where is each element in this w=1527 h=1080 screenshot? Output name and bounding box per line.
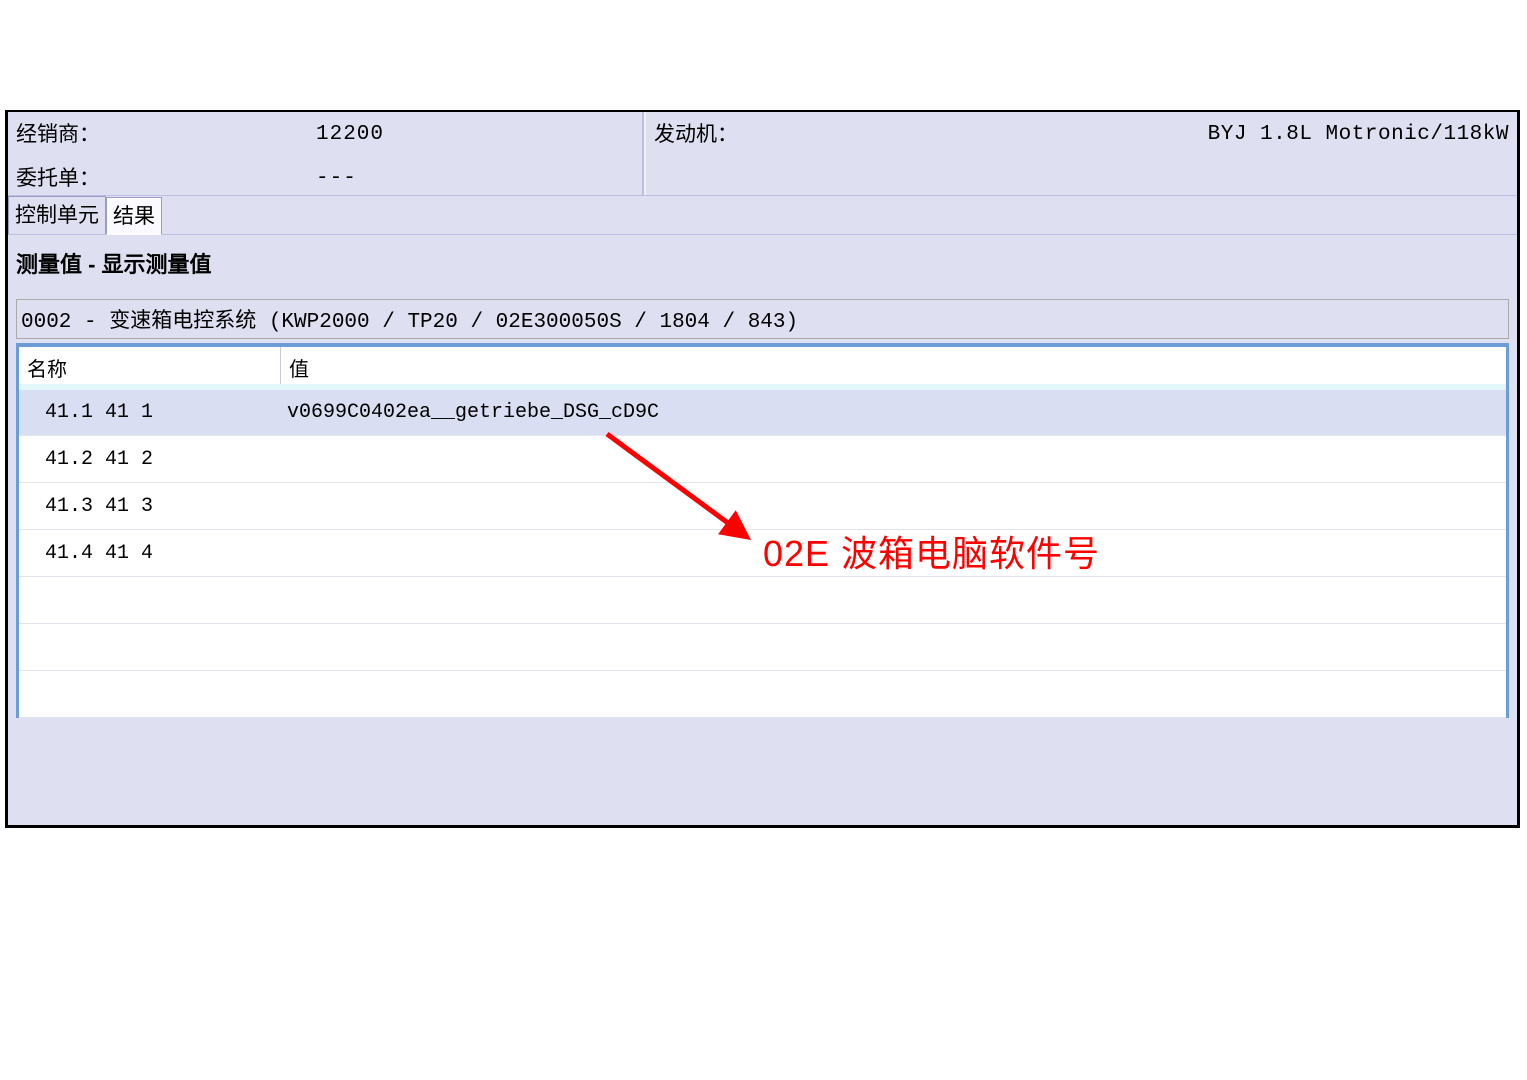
table-row[interactable]: 41.2 41 2 bbox=[19, 436, 1506, 483]
order-line: 委托单： --- bbox=[16, 162, 634, 196]
cell-name: 41.1 41 1 bbox=[19, 401, 281, 424]
module-identification: 0002 - 变速箱电控系统 (KWP2000 / TP20 / 02E3000… bbox=[16, 299, 1509, 339]
section-title: 测量值 - 显示测量值 bbox=[8, 235, 1517, 293]
engine-label: 发动机： bbox=[654, 118, 738, 152]
table-row[interactable]: 41.4 41 4 bbox=[19, 530, 1506, 577]
info-left-pane: 经销商： 12200 委托单： --- bbox=[8, 112, 644, 195]
table-row[interactable]: 41.3 41 3 bbox=[19, 483, 1506, 530]
tab-control-unit[interactable]: 控制单元 bbox=[8, 196, 106, 234]
dealer-line: 经销商： 12200 bbox=[16, 118, 634, 152]
table-row[interactable] bbox=[19, 577, 1506, 624]
cell-name: 41.3 41 3 bbox=[19, 495, 281, 518]
measurement-table: 名称 值 41.1 41 1 v0699C0402ea__getriebe_DS… bbox=[16, 343, 1509, 718]
table-row[interactable]: 41.1 41 1 v0699C0402ea__getriebe_DSG_cD9… bbox=[19, 389, 1506, 436]
info-panel: 经销商： 12200 委托单： --- 发动机： BYJ 1.8L Motron… bbox=[8, 112, 1517, 196]
dealer-label: 经销商： bbox=[16, 118, 316, 152]
engine-value: BYJ 1.8L Motronic/118kW bbox=[738, 118, 1509, 152]
table-header-row: 名称 值 bbox=[19, 347, 1506, 389]
engine-line: 发动机： BYJ 1.8L Motronic/118kW bbox=[654, 118, 1509, 152]
tab-bar: 控制单元 结果 bbox=[8, 196, 1517, 235]
table-row[interactable] bbox=[19, 671, 1506, 718]
tab-result[interactable]: 结果 bbox=[106, 197, 162, 235]
column-header-value[interactable]: 值 bbox=[281, 347, 1506, 388]
info-right-pane: 发动机： BYJ 1.8L Motronic/118kW bbox=[644, 112, 1517, 195]
cell-value: v0699C0402ea__getriebe_DSG_cD9C bbox=[281, 401, 1506, 424]
table-row[interactable] bbox=[19, 624, 1506, 671]
cell-name: 41.4 41 4 bbox=[19, 542, 281, 565]
order-label: 委托单： bbox=[16, 162, 316, 196]
diagnostic-window: 经销商： 12200 委托单： --- 发动机： BYJ 1.8L Motron… bbox=[5, 110, 1520, 828]
dealer-value: 12200 bbox=[316, 118, 384, 152]
cell-name: 41.2 41 2 bbox=[19, 448, 281, 471]
column-header-name[interactable]: 名称 bbox=[19, 347, 281, 388]
order-value: --- bbox=[316, 162, 357, 196]
app-inner: 经销商： 12200 委托单： --- 发动机： BYJ 1.8L Motron… bbox=[8, 112, 1517, 825]
